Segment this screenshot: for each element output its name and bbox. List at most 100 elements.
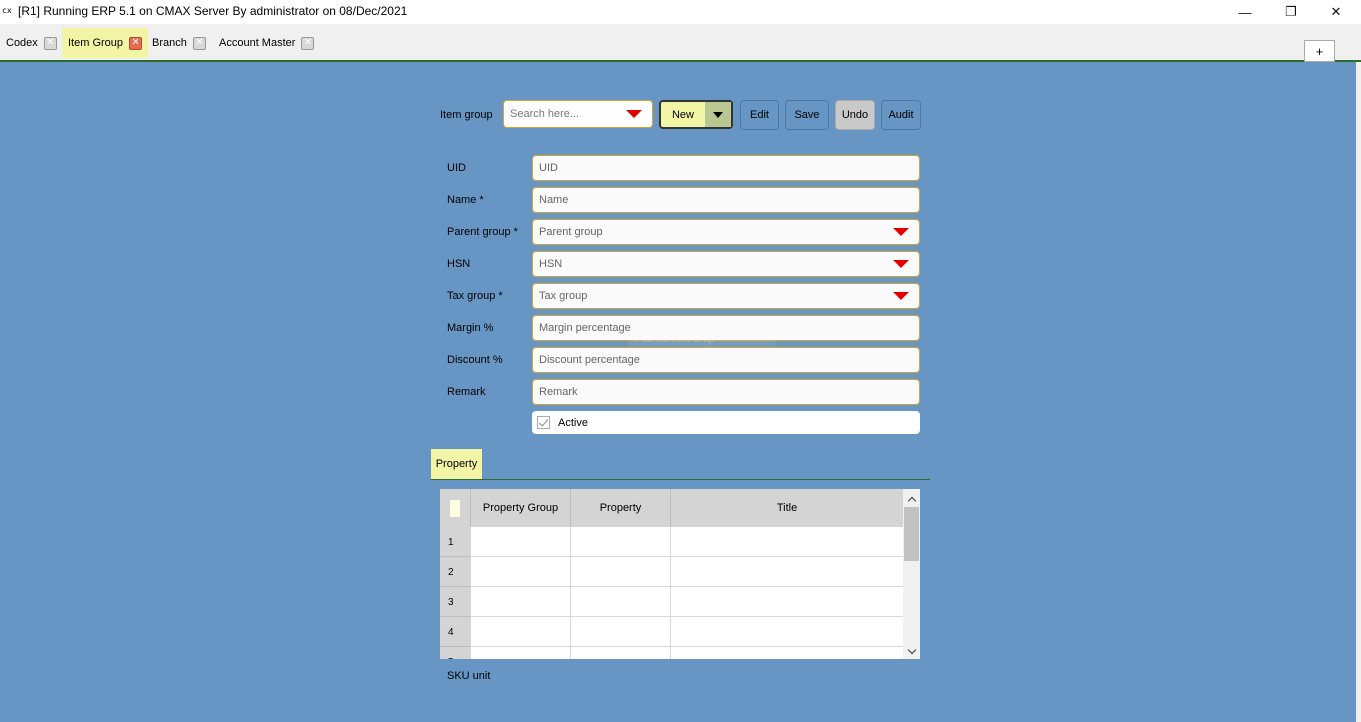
remark-label: Remark [447,386,486,398]
select-all-cell[interactable] [440,489,470,527]
tab-account-master[interactable]: Account Master ✕ [213,28,320,58]
cell-property[interactable] [570,527,670,557]
name-placeholder: Name [539,194,569,206]
chevron-down-icon [907,645,916,654]
search-placeholder: Search here... [510,108,580,120]
table-row[interactable]: 4 [440,617,903,647]
app-icon: cx [2,6,12,15]
row-number: 1 [440,527,470,557]
maximize-button[interactable]: ❐ [1268,0,1314,24]
discount-placeholder: Discount percentage [539,354,640,366]
active-checkbox[interactable] [537,416,550,429]
dropdown-arrow-icon[interactable] [626,110,642,118]
add-tab-button[interactable]: + [1304,40,1335,62]
tab-item-group[interactable]: Item Group ✕ [62,28,149,58]
corner-marker [450,500,460,517]
grid-scrollbar[interactable] [903,489,920,659]
cell-title[interactable] [670,557,903,587]
close-tab-icon[interactable]: ✕ [43,36,57,50]
cell-title[interactable] [670,647,903,659]
tab-label: Item Group [68,37,124,49]
scroll-up-button[interactable] [903,491,920,507]
margin-label: Margin % [447,322,494,334]
right-edge [1356,62,1361,722]
dropdown-arrow-icon[interactable] [893,292,909,300]
hsn-placeholder: HSN [539,258,563,270]
new-button[interactable]: New [659,100,733,129]
parent-group-select[interactable]: Parent group [532,219,920,245]
window-title: [R1] Running ERP 5.1 on CMAX Server By a… [18,4,408,18]
cell-property-group[interactable] [470,587,570,617]
close-tab-icon[interactable]: ✕ [192,36,206,50]
tab-label: Account Master [219,37,296,49]
cell-property-group[interactable] [470,647,570,659]
tab-label: Codex [6,37,38,49]
column-header-property[interactable]: Property [570,489,670,527]
tax-group-select[interactable]: Tax group [532,283,920,309]
active-toggle[interactable]: Active [532,411,920,434]
parent-group-placeholder: Parent group [539,226,603,238]
undo-button[interactable]: Undo [835,100,875,130]
cell-property[interactable] [570,587,670,617]
dropdown-arrow-icon[interactable] [893,228,909,236]
hsn-label: HSN [447,258,471,270]
table-row[interactable]: 2 [440,557,903,587]
tax-group-label: Tax group * [447,290,503,302]
cell-title[interactable] [670,587,903,617]
close-tab-icon[interactable]: ✕ [301,36,315,50]
table-row[interactable]: 5 [440,647,903,659]
remark-field[interactable]: Remark [532,379,920,405]
hsn-select[interactable]: HSN [532,251,920,277]
audit-button[interactable]: Audit [881,100,921,130]
column-header-title[interactable]: Title [670,489,903,527]
close-tab-icon[interactable]: ✕ [129,36,143,50]
parent-group-label: Parent group * [447,226,518,238]
uid-label: UID [447,162,466,174]
tab-bar: Codex ✕ Item Group ✕ Branch ✕ Account Ma… [0,24,1361,62]
sku-unit-label: SKU unit [447,670,491,682]
column-header-property-group[interactable]: Property Group [470,489,570,527]
row-number: 2 [440,557,470,587]
discount-field[interactable]: Discount percentage [532,347,920,373]
name-field[interactable]: Name [532,187,920,213]
close-window-button[interactable]: ✕ [1313,0,1359,24]
scroll-down-button[interactable] [903,643,920,659]
tab-divider [431,479,930,480]
new-dropdown-toggle[interactable] [705,102,731,127]
row-number: 4 [440,617,470,647]
minimize-button[interactable]: — [1222,0,1268,24]
row-number: 5 [440,647,470,659]
chevron-up-icon [907,496,916,505]
snip-overlay: Full-screen Snip [629,328,775,348]
scroll-thumb[interactable] [904,507,919,561]
cell-title[interactable] [670,617,903,647]
title-bar: cx [R1] Running ERP 5.1 on CMAX Server B… [0,0,1361,24]
item-group-search-input[interactable]: Search here... [503,100,653,128]
uid-field[interactable]: UID [532,155,920,181]
item-group-label: Item group [440,109,493,121]
tab-property[interactable]: Property [431,449,482,479]
tab-codex[interactable]: Codex ✕ [0,28,63,58]
cell-property-group[interactable] [470,617,570,647]
new-button-label[interactable]: New [661,102,705,127]
table-row[interactable]: 3 [440,587,903,617]
edit-button[interactable]: Edit [740,100,779,130]
row-number: 3 [440,587,470,617]
cell-property[interactable] [570,617,670,647]
dropdown-arrow-icon[interactable] [893,260,909,268]
cell-property[interactable] [570,557,670,587]
cell-title[interactable] [670,527,903,557]
cell-property-group[interactable] [470,557,570,587]
property-grid: Property Group Property Title 1 2 3 4 [440,489,920,659]
cell-property-group[interactable] [470,527,570,557]
name-label: Name * [447,194,484,206]
discount-label: Discount % [447,354,503,366]
remark-placeholder: Remark [539,386,578,398]
tax-group-placeholder: Tax group [539,290,588,302]
cell-property[interactable] [570,647,670,659]
tab-branch[interactable]: Branch ✕ [146,28,212,58]
table-row[interactable]: 1 [440,527,903,557]
margin-placeholder: Margin percentage [539,322,631,334]
tab-label: Branch [152,37,187,49]
save-button[interactable]: Save [785,100,829,130]
